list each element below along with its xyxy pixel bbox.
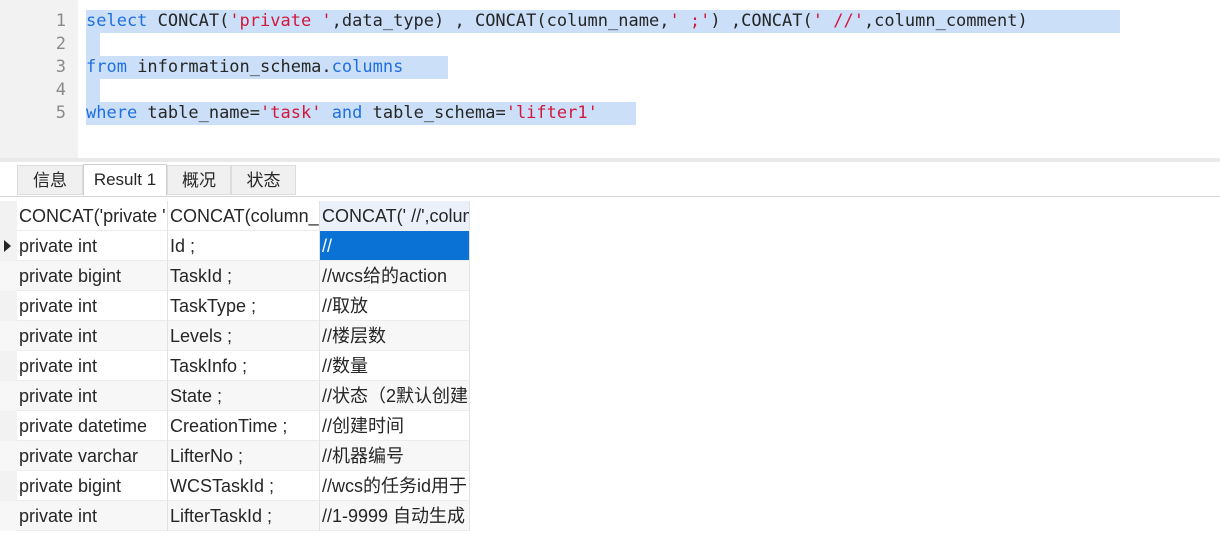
sql-keyword: where: [86, 103, 138, 123]
table-cell[interactable]: Levels ;: [168, 321, 320, 351]
sql-text: table_name=: [137, 103, 261, 123]
result-tabs: 信息 Result 1 概况 状态: [0, 163, 1220, 197]
table-cell[interactable]: private bigint: [17, 261, 168, 291]
table-cell[interactable]: //wcs的任务id用于: [320, 471, 470, 501]
table-cell[interactable]: private int: [17, 351, 168, 381]
table-cell[interactable]: //取放: [320, 291, 470, 321]
table-row[interactable]: private int TaskInfo ;//数量: [0, 351, 470, 381]
table-cell[interactable]: TaskId ;: [168, 261, 320, 291]
table-cell[interactable]: //数量: [320, 351, 470, 381]
sql-text: table_schema=: [362, 103, 506, 123]
sql-keyword: select: [86, 11, 148, 31]
sql-text: ,column_comment): [863, 11, 1028, 31]
code-text[interactable]: where table_name='task' and table_schema…: [86, 102, 636, 125]
column-header[interactable]: CONCAT(column_name,' ;'): [168, 201, 320, 231]
table-cell[interactable]: State ;: [168, 381, 320, 411]
table-cell[interactable]: private datetime: [17, 411, 168, 441]
sql-keyword: and: [331, 103, 363, 123]
sql-string: 'lifter1': [505, 103, 598, 123]
table-cell[interactable]: WCSTaskId ;: [168, 471, 320, 501]
table-row[interactable]: private int TaskType ;//取放: [0, 291, 470, 321]
sql-keyword: columns: [331, 57, 404, 77]
table-row[interactable]: private int State ;//状态（2默认创建: [0, 381, 470, 411]
table-cell[interactable]: private int: [17, 231, 168, 261]
current-row-marker-icon: [4, 240, 11, 252]
sql-text: ) ,CONCAT(: [710, 11, 813, 31]
table-cell[interactable]: //wcs给的action: [320, 261, 470, 291]
table-cell[interactable]: private int: [17, 381, 168, 411]
table-cell[interactable]: //机器编号: [320, 441, 470, 471]
line-number: 2: [55, 34, 66, 54]
table-cell[interactable]: private int: [17, 321, 168, 351]
code-line[interactable]: 4: [0, 79, 1220, 102]
table-row[interactable]: private int Id ;//: [0, 231, 470, 261]
sql-editor[interactable]: 1 select CONCAT('private ',data_type) , C…: [0, 0, 1220, 160]
table-cell[interactable]: TaskType ;: [168, 291, 320, 321]
editor-result-divider[interactable]: [0, 158, 1220, 162]
table-cell[interactable]: //楼层数: [320, 321, 470, 351]
tab-status[interactable]: 状态: [231, 165, 296, 195]
table-cell[interactable]: Id ;: [168, 231, 320, 261]
table-cell[interactable]: //: [320, 231, 470, 261]
code-text[interactable]: select CONCAT('private ',data_type) , CO…: [86, 10, 1120, 33]
table-row[interactable]: private bigint WCSTaskId ;//wcs的任务id用于: [0, 471, 470, 501]
table-cell[interactable]: private int: [17, 291, 168, 321]
table-cell[interactable]: private varchar: [17, 441, 168, 471]
table-cell[interactable]: TaskInfo ;: [168, 351, 320, 381]
table-cell[interactable]: //创建时间: [320, 411, 470, 441]
table-cell[interactable]: //1-9999 自动生成: [320, 501, 470, 531]
sql-keyword: from: [86, 57, 127, 77]
table-cell[interactable]: LifterTaskId ;: [168, 501, 320, 531]
table-row[interactable]: private varchar LifterNo ;//机器编号: [0, 441, 470, 471]
code-line[interactable]: 2: [0, 33, 1220, 56]
line-number: 1: [55, 11, 66, 31]
tab-overview[interactable]: 概况: [167, 165, 231, 195]
code-text[interactable]: from information_schema.columns: [86, 56, 448, 79]
sql-string: ' //': [812, 11, 864, 31]
tab-info[interactable]: 信息: [17, 165, 83, 195]
code-text[interactable]: [86, 33, 100, 56]
column-header[interactable]: CONCAT(' //',column_comment): [320, 201, 470, 231]
sql-text: information_schema.: [126, 57, 332, 77]
header-row: CONCAT('private ',data_type) CONCAT(colu…: [0, 201, 470, 231]
table-cell[interactable]: //状态（2默认创建: [320, 381, 470, 411]
code-text[interactable]: [86, 79, 100, 102]
table-row[interactable]: private bigint TaskId ;//wcs给的action: [0, 261, 470, 291]
tab-result-1[interactable]: Result 1: [83, 164, 167, 196]
table-cell[interactable]: private bigint: [17, 471, 168, 501]
sql-string: ' ;': [669, 11, 711, 31]
sql-string: 'private ': [229, 11, 332, 31]
table-cell[interactable]: LifterNo ;: [168, 441, 320, 471]
table-row[interactable]: private int Levels ;//楼层数: [0, 321, 470, 351]
line-number: 4: [55, 80, 66, 100]
table-cell[interactable]: CreationTime ;: [168, 411, 320, 441]
line-number: 5: [55, 103, 66, 123]
table-cell[interactable]: private int: [17, 501, 168, 531]
sql-text: ,data_type) , CONCAT(column_name,: [331, 11, 670, 31]
code-line[interactable]: 3 from information_schema.columns: [0, 56, 1220, 79]
line-number: 3: [55, 57, 66, 77]
table-row[interactable]: private int LifterTaskId ;//1-9999 自动生成: [0, 501, 470, 531]
sql-string: 'task': [260, 103, 322, 123]
sql-text: CONCAT(: [147, 11, 230, 31]
table-row[interactable]: private datetime CreationTime ;//创建时间: [0, 411, 470, 441]
column-header[interactable]: CONCAT('private ',data_type): [17, 201, 168, 231]
code-line[interactable]: 5 where table_name='task' and table_schem…: [0, 102, 1220, 125]
code-line[interactable]: 1 select CONCAT('private ',data_type) , C…: [0, 10, 1220, 33]
